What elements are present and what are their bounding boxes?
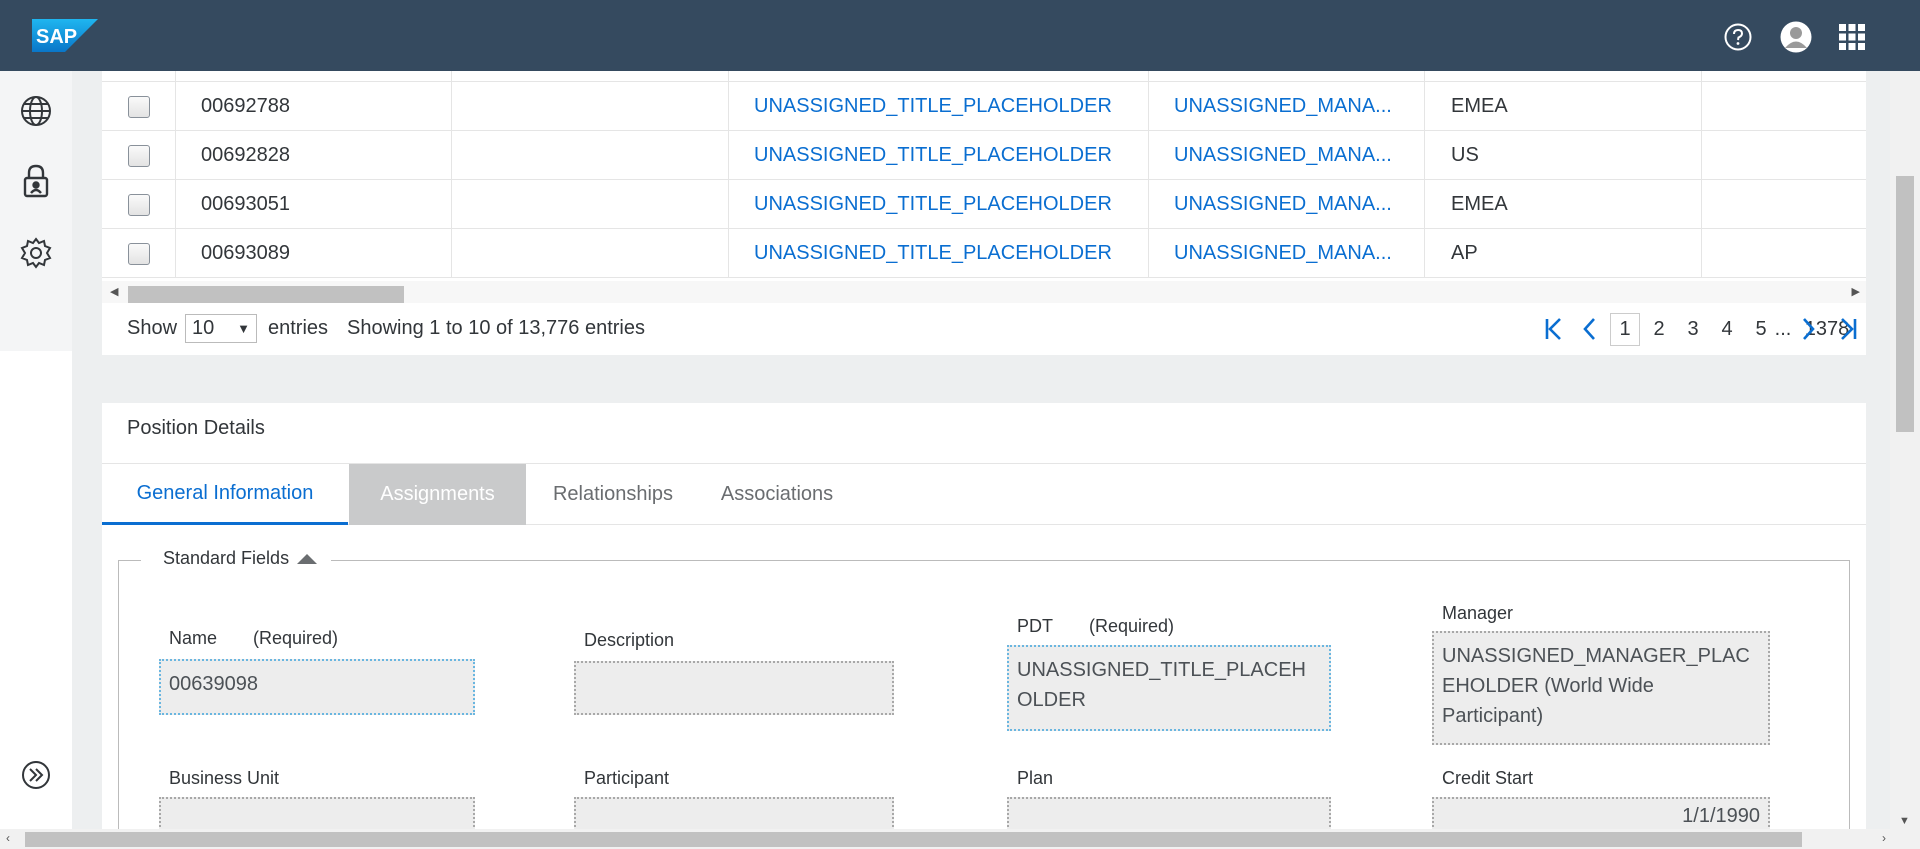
table-pager: Show 10 ▼ entries Showing 1 to 10 of 13,… [102,303,1866,355]
name-label: Name (Required) [169,628,339,648]
table-row[interactable]: 00692788 UNASSIGNED_TITLE_PLACEHOLDER UN… [102,82,1866,131]
credit-start-field[interactable]: 1/1/1990 [1432,797,1770,829]
page-button[interactable]: 4 [1716,313,1738,346]
app-grid-icon[interactable] [1836,21,1868,53]
main-content: 00692788 UNASSIGNED_TITLE_PLACEHOLDER UN… [72,71,1890,829]
pdt-field[interactable]: UNASSIGNED_TITLE_PLACEH OLDER [1007,645,1331,731]
panel-title: Position Details [127,417,265,439]
first-page-icon[interactable] [1542,315,1568,343]
scrollbar-thumb[interactable] [25,832,1802,847]
row-checkbox[interactable] [127,144,150,167]
manager-link[interactable]: UNASSIGNED_MANA... [1149,82,1425,131]
globe-icon[interactable] [18,93,54,129]
manager-field[interactable]: UNASSIGNED_MANAGER_PLAC EHOLDER (World W… [1432,631,1770,745]
region-cell: EMEA [1425,82,1702,131]
description-label: Description [584,630,675,650]
position-id-cell: 00692828 [176,131,452,180]
sap-logo[interactable]: SAP [32,19,98,52]
details-tabs: General Information Assignments Relation… [102,463,1866,525]
position-id-cell: 00692788 [176,82,452,131]
pdt-label: PDT (Required) [1017,616,1175,636]
tab-general-information[interactable]: General Information [102,464,348,525]
expand-icon[interactable] [18,757,54,793]
position-id-cell: 00693051 [176,180,452,229]
collapse-triangle-icon [297,553,318,564]
caret-down-icon: ▼ [237,321,250,336]
side-navigation-footer [0,351,72,829]
side-navigation [0,71,72,351]
section-toggle[interactable]: Standard Fields [141,548,332,569]
scrollbar-thumb[interactable] [1896,176,1914,432]
show-label: Show [127,317,178,339]
scroll-right-icon[interactable]: ▶ [1852,285,1860,298]
page-vertical-scrollbar[interactable]: ▼ [1890,71,1920,829]
tab-associations[interactable]: Associations [700,464,854,525]
next-page-icon[interactable] [1798,315,1824,343]
page-horizontal-scrollbar[interactable]: ‹ › [0,829,1920,849]
position-id-cell: 00693089 [176,229,452,278]
svg-text:SAP: SAP [36,26,77,48]
business-unit-label: Business Unit [169,768,280,788]
page-size-value: 10 [192,317,215,339]
page-button[interactable]: 5 [1750,313,1772,346]
scroll-left-icon[interactable]: ◀ [110,285,118,298]
table-row[interactable] [102,71,1866,82]
description-field[interactable] [574,661,894,715]
manager-link[interactable]: UNASSIGNED_MANA... [1149,180,1425,229]
entries-summary: Showing 1 to 10 of 13,776 entries [347,317,645,339]
tab-assignments[interactable]: Assignments [349,464,526,525]
participant-label: Participant [584,768,670,788]
lock-icon[interactable] [18,163,54,199]
tab-relationships[interactable]: Relationships [526,464,700,525]
last-page-icon[interactable] [1836,315,1862,343]
title-link[interactable]: UNASSIGNED_TITLE_PLACEHOLDER [729,229,1149,278]
shell-header: SAP [0,0,1920,71]
page-size-select[interactable]: 10 ▼ [185,314,257,343]
entries-label: entries [268,317,329,339]
help-icon[interactable] [1722,21,1754,53]
previous-page-icon[interactable] [1580,315,1606,343]
row-checkbox[interactable] [127,242,150,265]
scroll-left-icon[interactable]: ‹ [6,831,10,845]
positions-table: 00692788 UNASSIGNED_TITLE_PLACEHOLDER UN… [102,71,1866,281]
gear-icon[interactable] [18,235,54,271]
region-cell: AP [1425,229,1702,278]
title-link[interactable]: UNASSIGNED_TITLE_PLACEHOLDER [729,131,1149,180]
table-row[interactable]: 00692828 UNASSIGNED_TITLE_PLACEHOLDER UN… [102,131,1866,180]
position-details-panel: Position Details General Information Ass… [102,403,1866,829]
plan-field[interactable] [1007,797,1331,829]
row-checkbox[interactable] [127,193,150,216]
page-button[interactable]: 3 [1682,313,1704,346]
page-button-current[interactable]: 1 [1610,313,1640,346]
credit-start-label: Credit Start [1442,768,1534,788]
scroll-right-icon[interactable]: › [1882,831,1886,845]
region-cell: EMEA [1425,180,1702,229]
page-ellipsis: ... [1774,318,1792,340]
section-label: Standard Fields [163,548,290,568]
title-link[interactable]: UNASSIGNED_TITLE_PLACEHOLDER [729,180,1149,229]
row-checkbox[interactable] [127,95,150,118]
region-cell: US [1425,131,1702,180]
participant-field[interactable] [574,797,894,829]
business-unit-field[interactable] [159,797,475,829]
plan-label: Plan [1017,768,1054,788]
standard-fields-section: Standard Fields Name (Required) 00639098 … [118,548,1850,829]
table-horizontal-scrollbar[interactable]: ◀ ▶ [102,281,1866,305]
user-avatar-icon[interactable] [1780,21,1812,53]
title-link[interactable]: UNASSIGNED_TITLE_PLACEHOLDER [729,82,1149,131]
manager-label: Manager [1442,603,1514,623]
page-button[interactable]: 2 [1648,313,1670,346]
table-row[interactable]: 00693051 UNASSIGNED_TITLE_PLACEHOLDER UN… [102,180,1866,229]
manager-link[interactable]: UNASSIGNED_MANA... [1149,131,1425,180]
table-row[interactable]: 00693089 UNASSIGNED_TITLE_PLACEHOLDER UN… [102,229,1866,278]
manager-link[interactable]: UNASSIGNED_MANA... [1149,229,1425,278]
name-field[interactable]: 00639098 [159,659,475,715]
scroll-down-icon[interactable]: ▼ [1899,815,1910,827]
